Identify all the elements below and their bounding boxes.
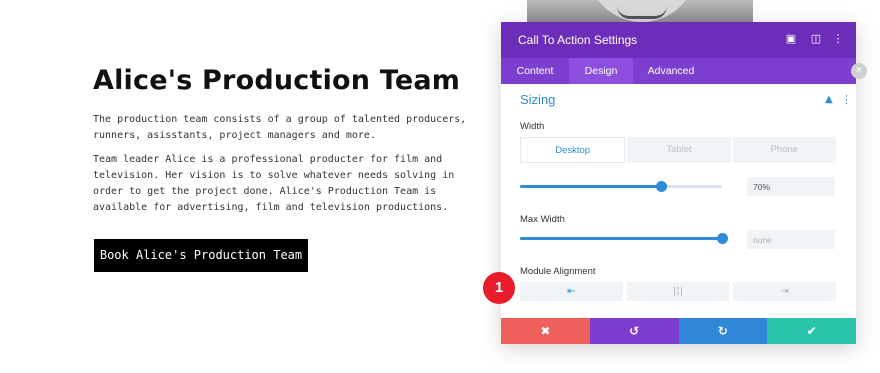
close-icon[interactable]: ✕ [851, 63, 867, 79]
device-phone[interactable]: Phone [732, 137, 836, 163]
alignment-selector: ⇤ |¦| ⇥ [520, 282, 837, 301]
max-width-slider[interactable] [520, 233, 728, 244]
cancel-button[interactable]: ✖ [501, 318, 590, 344]
tab-content[interactable]: Content [501, 58, 569, 84]
width-slider-fill [520, 185, 662, 188]
section-menu-icon[interactable]: ⋮ [841, 93, 852, 106]
max-width-slider-fill [520, 237, 722, 240]
device-desktop[interactable]: Desktop [520, 137, 626, 163]
modal-body: Sizing ▲ ⋮ Width Desktop Tablet Phone Ma… [501, 84, 856, 318]
max-width-input[interactable] [747, 230, 835, 249]
save-button[interactable]: ✔ [767, 318, 856, 344]
smile-shape [617, 6, 667, 19]
more-icon[interactable]: ⋮ [830, 31, 846, 47]
step-badge: 1 [483, 272, 515, 304]
max-width-slider-handle[interactable] [717, 233, 728, 244]
align-left-icon[interactable]: ⇤ [520, 282, 623, 301]
page-heading: Alice's Production Team [93, 65, 461, 96]
intro-paragraph: The production team consists of a group … [93, 114, 467, 141]
settings-modal: Call To Action Settings ▣ ◫ ⋮ Content De… [501, 22, 856, 344]
modal-tabs: Content Design Advanced [501, 58, 856, 84]
modal-footer: ✖ ↺ ↻ ✔ [501, 318, 856, 344]
undo-button[interactable]: ↺ [589, 318, 679, 344]
width-value-input[interactable] [747, 177, 835, 196]
modal-header: Call To Action Settings ▣ ◫ ⋮ [501, 22, 856, 58]
width-slider[interactable] [520, 181, 722, 192]
width-slider-handle[interactable] [656, 181, 668, 192]
device-selector: Desktop Tablet Phone [520, 137, 836, 163]
redo-button[interactable]: ↻ [678, 318, 768, 344]
modal-title: Call To Action Settings [518, 33, 638, 47]
tab-design[interactable]: Design [569, 58, 633, 84]
book-team-button[interactable]: Book Alice's Production Team [94, 239, 308, 272]
align-center-icon[interactable]: |¦| [626, 282, 730, 301]
expand-icon[interactable]: ▣ [783, 31, 799, 47]
tab-advanced[interactable]: Advanced [633, 58, 709, 84]
max-width-label: Max Width [520, 214, 565, 225]
section-title[interactable]: Sizing [520, 92, 555, 107]
collapse-caret-icon[interactable]: ▲ [825, 94, 833, 105]
profile-photo [527, 0, 753, 22]
device-tablet[interactable]: Tablet [627, 137, 731, 163]
module-alignment-label: Module Alignment [520, 266, 596, 277]
width-label: Width [520, 121, 545, 132]
leader-paragraph: Team leader Alice is a professional prod… [93, 154, 455, 213]
columns-icon[interactable]: ◫ [808, 31, 824, 47]
align-right-icon[interactable]: ⇥ [733, 282, 837, 301]
